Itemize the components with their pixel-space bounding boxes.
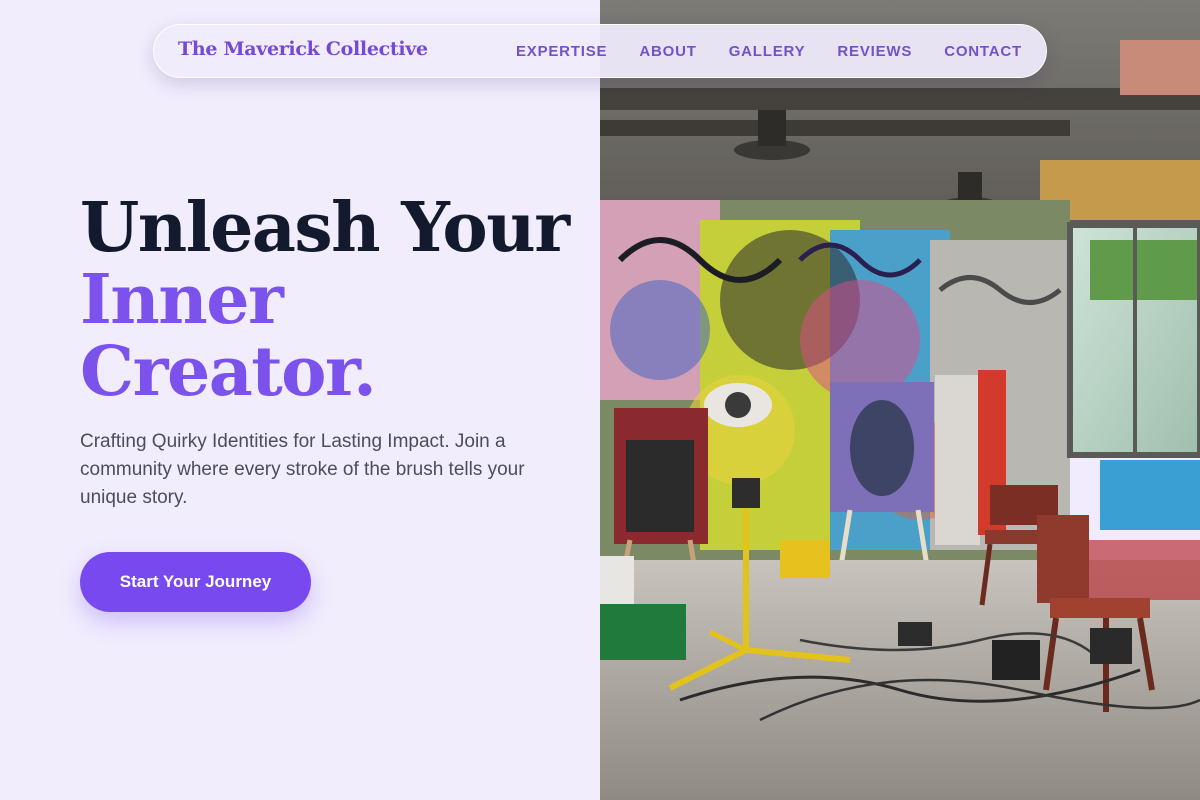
studio-hero-image (600, 0, 1200, 800)
nav-link-expertise[interactable]: EXPERTISE (516, 43, 607, 60)
nav-link-about[interactable]: ABOUT (639, 43, 696, 60)
hero-headline: Unleash Your Inner Creator. (80, 188, 570, 412)
nav-link-gallery[interactable]: GALLERY (729, 43, 806, 60)
headline-line-2: Inner (80, 260, 284, 340)
brand-logo-text[interactable]: The Maverick Collective (178, 38, 428, 60)
nav-link-reviews[interactable]: REVIEWS (837, 43, 912, 60)
start-journey-button[interactable]: Start Your Journey (80, 552, 311, 612)
hero-subtitle: Crafting Quirky Identities for Lasting I… (80, 431, 525, 508)
hero-section: Unleash Your Inner Creator. Crafting Qui… (0, 0, 600, 800)
headline-line-1: Unleash Your (80, 188, 570, 268)
top-nav-bar: The Maverick Collective EXPERTISE ABOUT … (153, 24, 1047, 78)
nav-links: EXPERTISE ABOUT GALLERY REVIEWS CONTACT (516, 25, 1022, 77)
nav-link-contact[interactable]: CONTACT (944, 43, 1022, 60)
headline-line-3: Creator. (80, 332, 377, 412)
